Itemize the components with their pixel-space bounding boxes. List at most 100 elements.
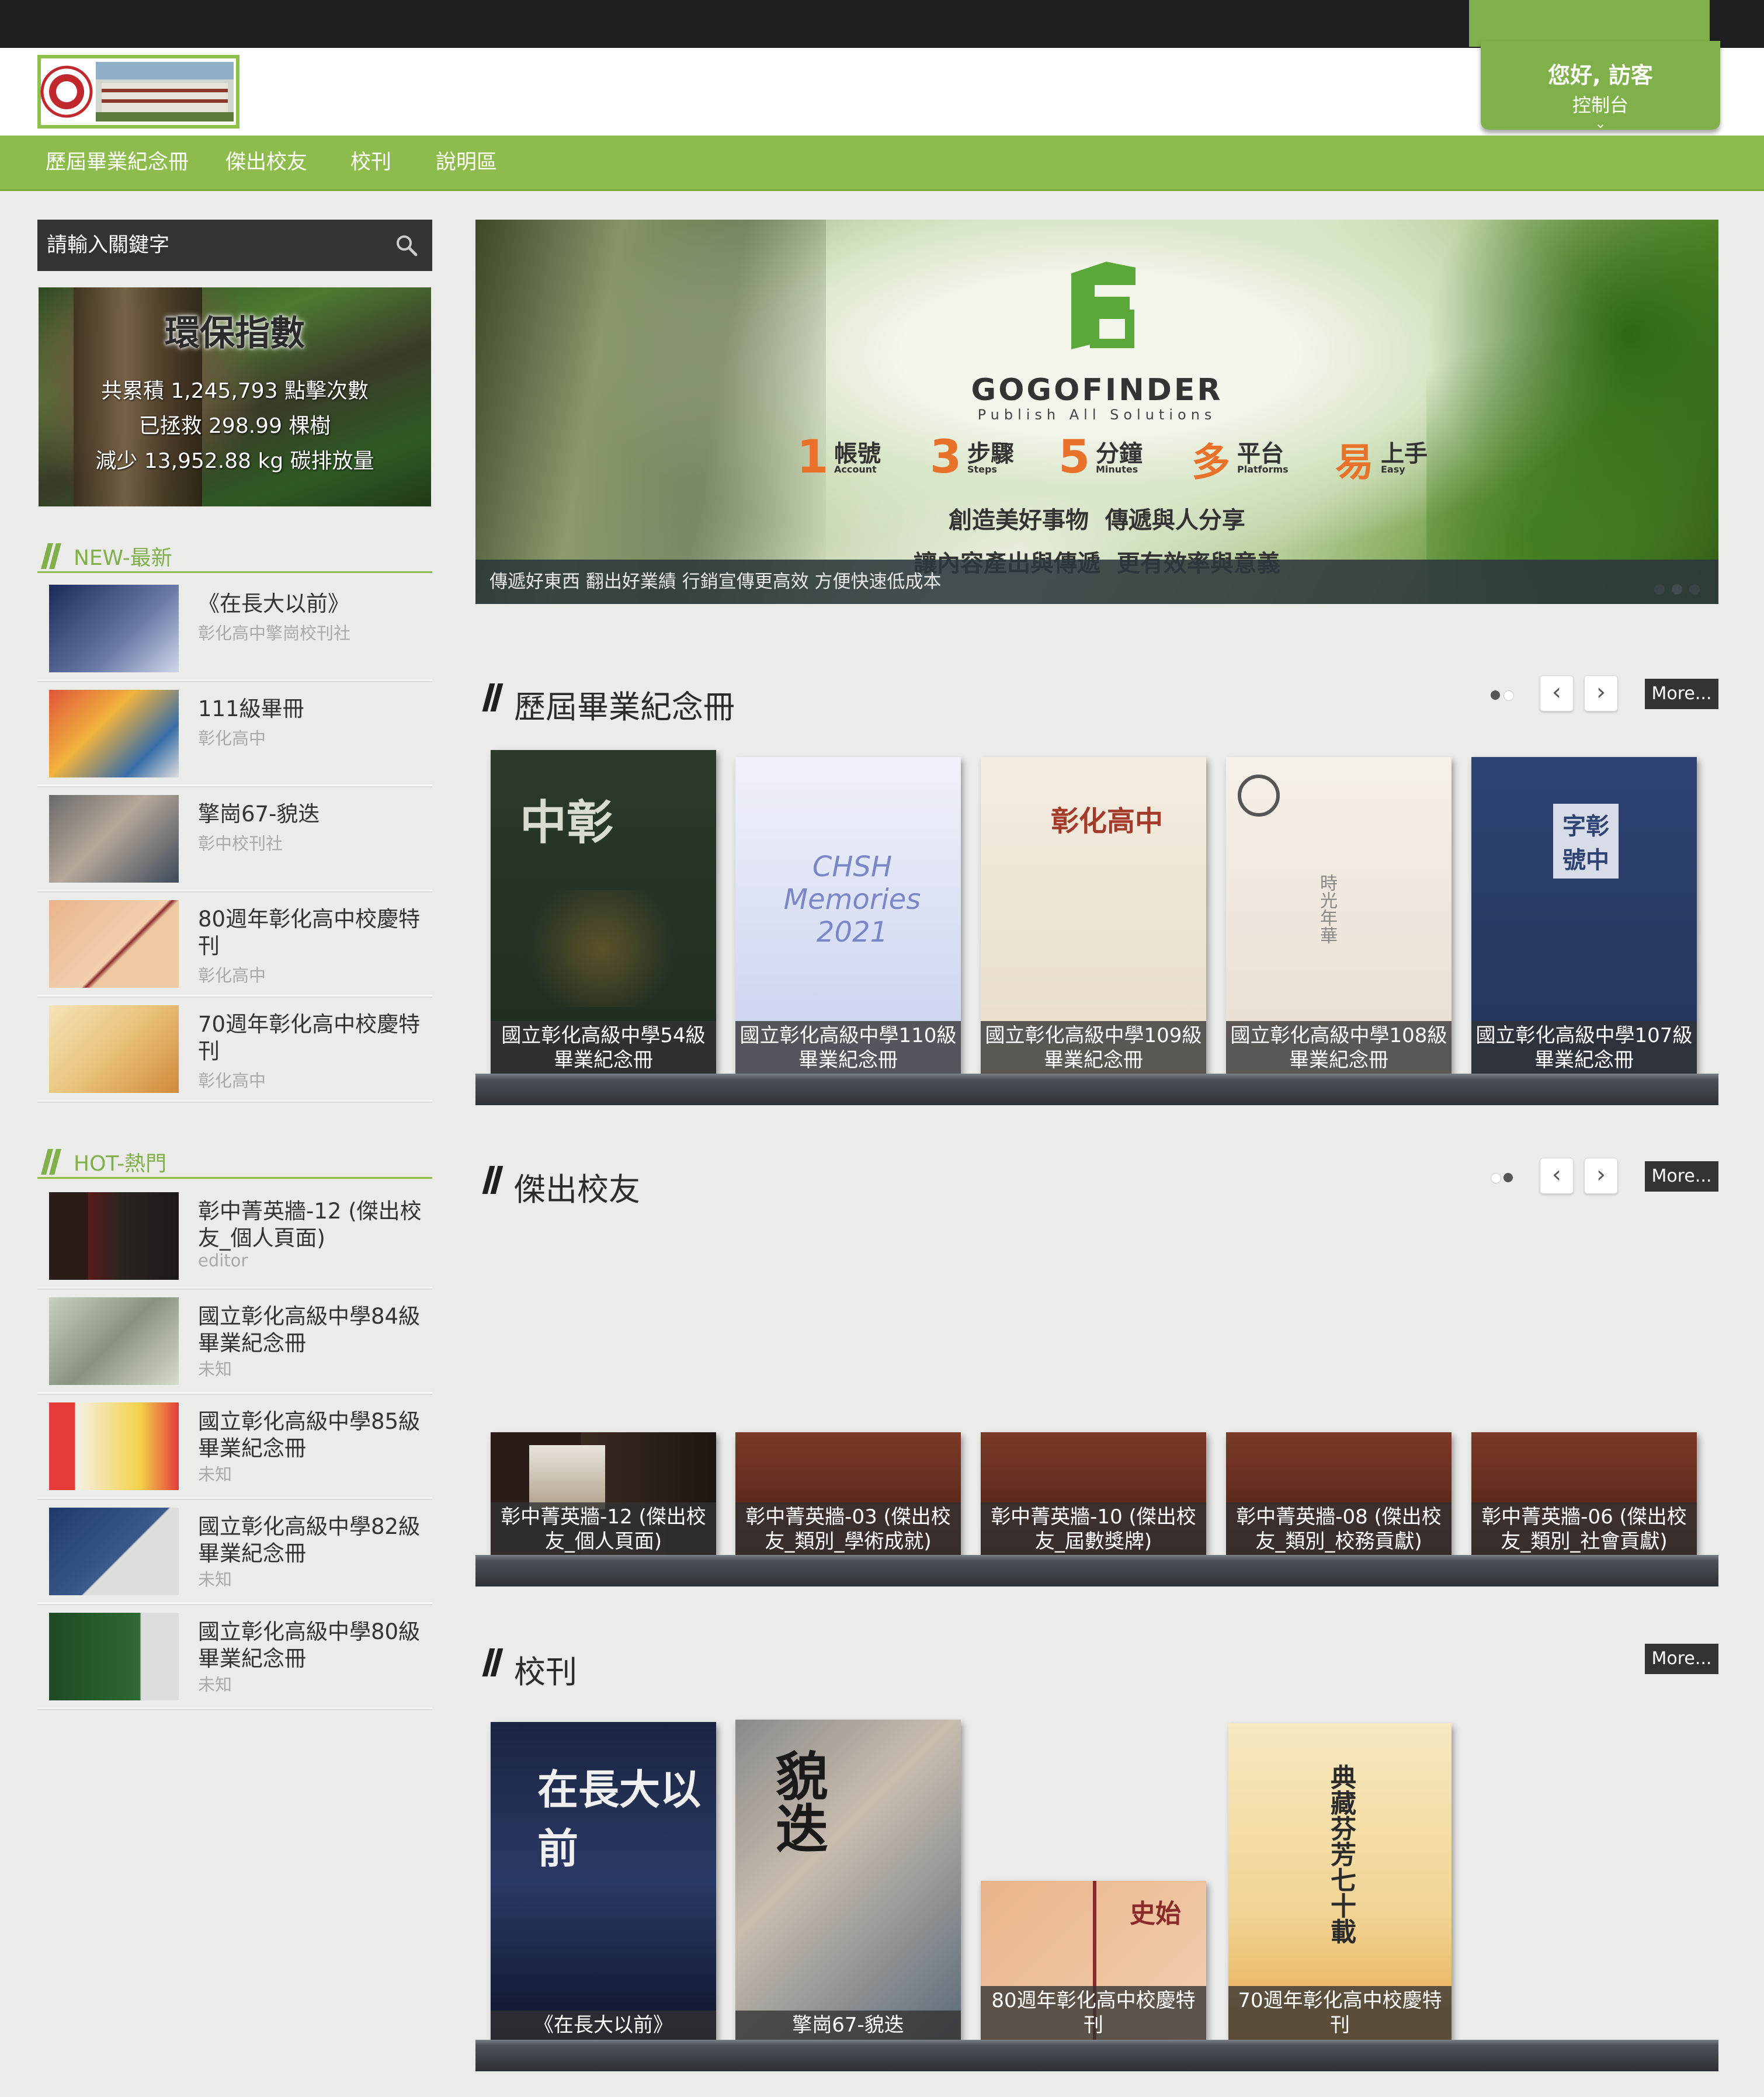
book-cover[interactable]: CHSH Memories 2021 國立彰化高級中學110級畢業紀念冊	[735, 757, 961, 1075]
feature-num: 3	[930, 431, 962, 484]
nav-item-alumni[interactable]: 傑出校友	[225, 136, 307, 189]
thumbnail[interactable]	[49, 1402, 179, 1490]
hot-section-title: HOT-熱門	[74, 1152, 167, 1176]
item-subtitle: editor	[198, 1251, 248, 1270]
search-input[interactable]: 請輸入關鍵字	[47, 220, 169, 271]
book-caption[interactable]: 國立彰化高級中學110級畢業紀念冊	[735, 1021, 961, 1075]
nav-item-yearbooks[interactable]: 歷屆畢業紀念冊	[46, 136, 189, 189]
book-caption[interactable]: 彰中菁英牆-08 (傑出校友_類別_校務貢獻)	[1226, 1502, 1452, 1556]
thumbnail[interactable]	[49, 1613, 179, 1700]
journal-section-header: 校刊 More...	[475, 1643, 1718, 1690]
item-title[interactable]: 國立彰化高級中學82級畢業紀念冊	[198, 1513, 426, 1567]
search-icon[interactable]	[395, 234, 418, 257]
book-cover[interactable]: 彰中菁英牆-12 (傑出校友_個人頁面)	[491, 1432, 716, 1556]
list-item[interactable]: 彰中菁英牆-12 (傑出校友_個人頁面) editor	[37, 1183, 432, 1289]
hero-banner[interactable]: GOGOFINDER Publish All Solutions 1 帳號 Ac…	[475, 220, 1718, 604]
thumbnail[interactable]	[49, 1005, 179, 1093]
book-caption[interactable]: 國立彰化高級中學109級畢業紀念冊	[981, 1021, 1206, 1075]
list-item[interactable]: 國立彰化高級中學85級畢業紀念冊 未知	[37, 1393, 432, 1499]
book-caption[interactable]: 國立彰化高級中學54級畢業紀念冊	[491, 1021, 716, 1075]
book-caption[interactable]: 國立彰化高級中學108級畢業紀念冊	[1226, 1021, 1452, 1075]
item-title[interactable]: 擎崗67-貌迭	[198, 801, 426, 828]
search-box[interactable]: 請輸入關鍵字	[37, 220, 432, 271]
item-title[interactable]: 70週年彰化高中校慶特刊	[198, 1011, 426, 1065]
carousel-dot[interactable]	[1503, 690, 1514, 701]
banner-caption-bar: 傳遞好東西 翻出好業績 行銷宣傳更高效 方便快速低成本	[475, 560, 1718, 604]
item-title[interactable]: 國立彰化高級中學80級畢業紀念冊	[198, 1619, 426, 1672]
book-caption[interactable]: 擎崗67-貌迭	[735, 2011, 961, 2040]
thumbnail[interactable]	[49, 1297, 179, 1385]
item-title[interactable]: 彰中菁英牆-12 (傑出校友_個人頁面)	[198, 1198, 426, 1252]
item-title[interactable]: 國立彰化高級中學85級畢業紀念冊	[198, 1408, 426, 1462]
user-box[interactable]: 您好, 訪客 控制台 ⌄	[1469, 0, 1720, 131]
book-cover[interactable]: 史始 80週年彰化高中校慶特刊	[981, 1881, 1206, 2040]
next-arrow-icon[interactable]: ›	[1584, 1158, 1618, 1194]
book-cover[interactable]: 彰中菁英牆-06 (傑出校友_類別_社會貢獻)	[1471, 1432, 1697, 1556]
site-logo[interactable]	[37, 55, 239, 129]
carousel-dot[interactable]	[1491, 690, 1500, 700]
book-caption[interactable]: 彰中菁英牆-12 (傑出校友_個人頁面)	[491, 1502, 716, 1556]
journal-more-button[interactable]: More...	[1645, 1644, 1718, 1674]
list-item[interactable]: 111級畢冊 彰化高中	[37, 681, 432, 786]
book-cover[interactable]: 中彰 國立彰化高級中學54級畢業紀念冊	[491, 750, 716, 1075]
list-item[interactable]: 國立彰化高級中學82級畢業紀念冊 未知	[37, 1498, 432, 1604]
book-cover[interactable]: 彰中菁英牆-08 (傑出校友_類別_校務貢獻)	[1226, 1432, 1452, 1556]
feature-en: Steps	[967, 464, 997, 475]
prev-arrow-icon[interactable]: ‹	[1540, 1158, 1574, 1194]
carousel-dots	[1485, 687, 1520, 704]
feature-row: 1 帳號 Account 3 步驟 Steps 5 分鐘 Minutes 多 平…	[797, 431, 1439, 485]
list-item[interactable]: 國立彰化高級中學84級畢業紀念冊 未知	[37, 1288, 432, 1394]
thumbnail[interactable]	[49, 795, 179, 883]
feature-item: 5 分鐘 Minutes	[1058, 431, 1143, 484]
feature-num: 易	[1335, 440, 1374, 485]
chevron-down-icon[interactable]: ⌄	[1481, 116, 1720, 130]
section-bars-icon	[482, 683, 503, 711]
thumbnail[interactable]	[49, 1192, 179, 1280]
book-cover-text: 典藏芬芳七十載	[1326, 1764, 1356, 1944]
book-caption[interactable]: 80週年彰化高中校慶特刊	[981, 1986, 1206, 2040]
book-caption[interactable]: 國立彰化高級中學107級畢業紀念冊	[1471, 1021, 1697, 1075]
thumbnail[interactable]	[49, 900, 179, 988]
yearbooks-more-button[interactable]: More...	[1645, 679, 1718, 709]
prev-arrow-icon[interactable]: ‹	[1540, 675, 1574, 711]
book-caption[interactable]: 彰中菁英牆-03 (傑出校友_類別_學術成就)	[735, 1502, 961, 1556]
item-title[interactable]: 國立彰化高級中學84級畢業紀念冊	[198, 1303, 426, 1357]
user-tab	[1469, 0, 1710, 47]
book-caption[interactable]: 彰中菁英牆-10 (傑出校友_屆數獎牌)	[981, 1502, 1206, 1556]
item-title[interactable]: 111級畢冊	[198, 696, 426, 723]
book-cover[interactable]: 在長大以前 《在長大以前》	[491, 1722, 716, 2040]
control-panel-link[interactable]: 控制台	[1481, 91, 1720, 117]
book-cover[interactable]: 彰化高中 國立彰化高級中學109級畢業紀念冊	[981, 757, 1206, 1075]
thumbnail[interactable]	[49, 690, 179, 777]
book-caption[interactable]: 70週年彰化高中校慶特刊	[1228, 1986, 1452, 2040]
item-title[interactable]: 《在長大以前》	[198, 591, 426, 617]
nav-item-journal[interactable]: 校刊	[350, 136, 391, 189]
thumbnail[interactable]	[49, 585, 179, 672]
alumni-more-button[interactable]: More...	[1645, 1161, 1718, 1192]
book-cover[interactable]: 彰中菁英牆-10 (傑出校友_屆數獎牌)	[981, 1432, 1206, 1556]
book-cover[interactable]: 彰中菁英牆-03 (傑出校友_類別_學術成就)	[735, 1432, 961, 1556]
book-caption[interactable]: 彰中菁英牆-06 (傑出校友_類別_社會貢獻)	[1471, 1502, 1697, 1556]
feature-en: Easy	[1381, 464, 1405, 475]
list-item[interactable]: 70週年彰化高中校慶特刊 彰化高中	[37, 996, 432, 1102]
section-bars-icon	[41, 1149, 61, 1175]
hot-section-header: HOT-熱門	[37, 1142, 432, 1179]
bookshelf	[475, 1074, 1718, 1105]
item-title[interactable]: 80週年彰化高中校慶特刊	[198, 906, 426, 960]
list-item[interactable]: 《在長大以前》 彰化高中擎崗校刊社	[37, 575, 432, 681]
list-item[interactable]: 國立彰化高級中學80級畢業紀念冊 未知	[37, 1603, 432, 1709]
list-item[interactable]: 擎崗67-貌迭 彰中校刊社	[37, 786, 432, 891]
carousel-dot[interactable]	[1491, 1173, 1501, 1183]
thumbnail[interactable]	[49, 1508, 179, 1595]
next-arrow-icon[interactable]: ›	[1584, 675, 1618, 711]
list-item[interactable]: 80週年彰化高中校慶特刊 彰化高中	[37, 891, 432, 997]
nav-item-help[interactable]: 說明區	[436, 136, 497, 189]
book-cover[interactable]: 字彰號中 國立彰化高級中學107級畢業紀念冊	[1471, 757, 1697, 1075]
book-cover[interactable]: 時光年華 國立彰化高級中學108級畢業紀念冊	[1226, 757, 1452, 1075]
carousel-dot[interactable]	[1503, 1173, 1513, 1182]
user-panel[interactable]: 您好, 訪客 控制台 ⌄	[1481, 41, 1720, 130]
book-cover[interactable]: 典藏芬芳七十載 70週年彰化高中校慶特刊	[1228, 1723, 1452, 2040]
book-cover[interactable]: 貌迭 擎崗67-貌迭	[735, 1720, 961, 2040]
gogofinder-logo-icon	[1071, 262, 1136, 349]
book-caption[interactable]: 《在長大以前》	[491, 2011, 716, 2040]
